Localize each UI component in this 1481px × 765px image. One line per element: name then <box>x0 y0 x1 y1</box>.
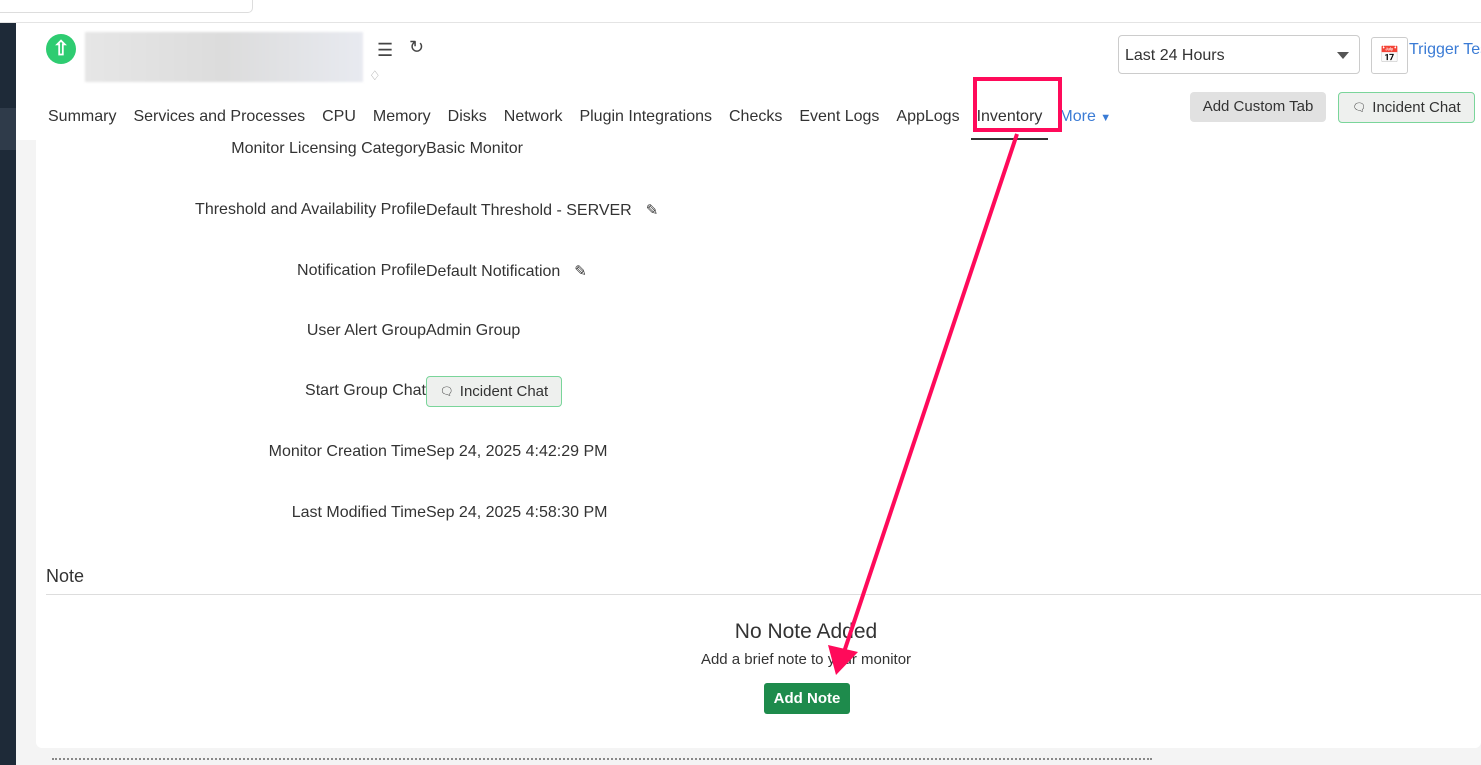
annotation-arrow <box>828 133 1019 675</box>
